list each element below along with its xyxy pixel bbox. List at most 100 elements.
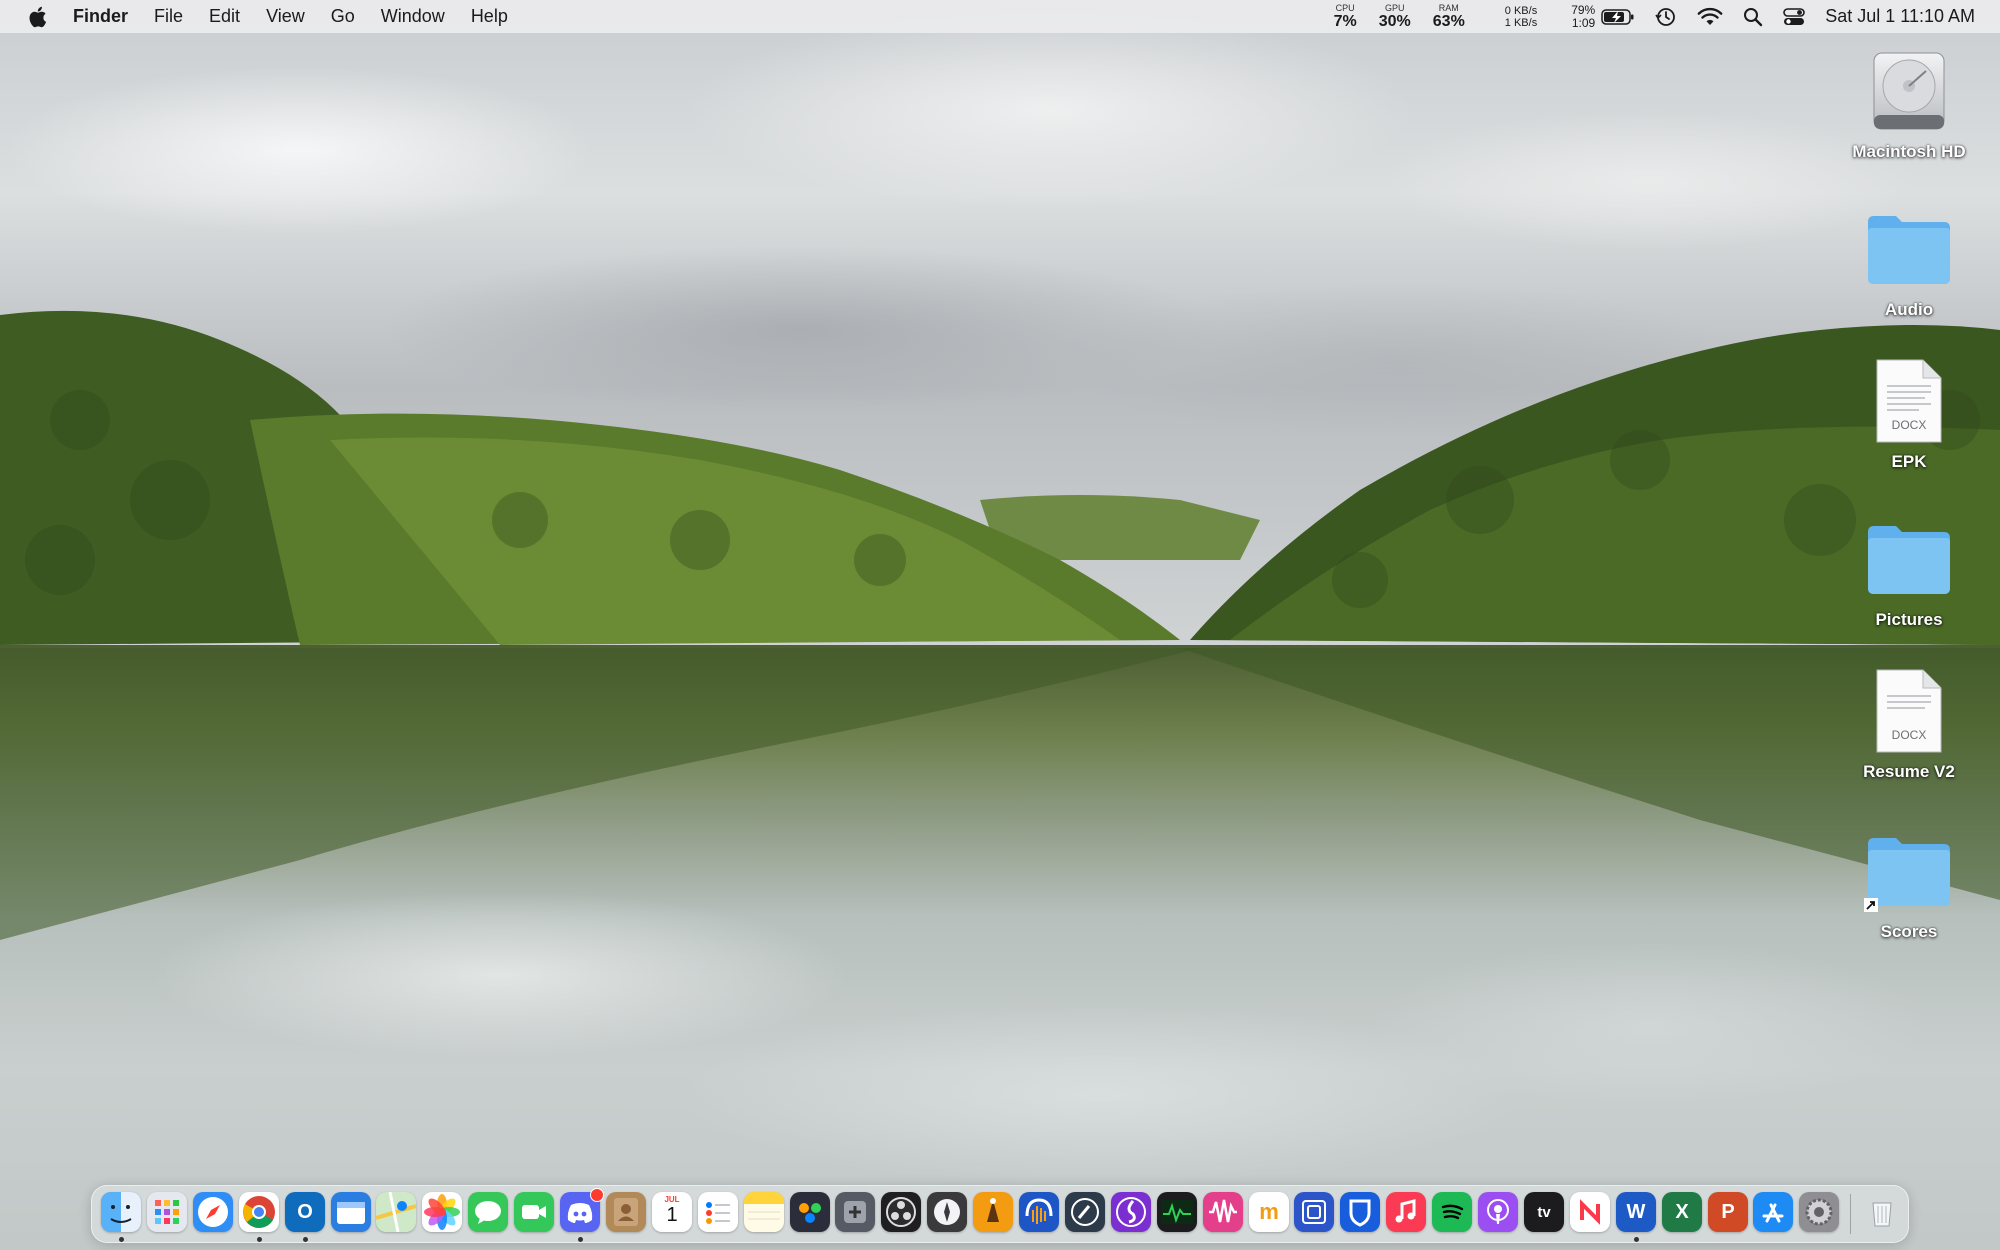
excel-icon: X — [1675, 1200, 1689, 1223]
dock-item-photos[interactable] — [422, 1192, 462, 1232]
docx-document-icon: DOCX — [1864, 356, 1954, 446]
ram-value: 63% — [1432, 12, 1465, 30]
desktop-icon-scores[interactable]: Scores — [1824, 826, 1994, 942]
status-area: CPU 7% GPU 30% RAM 63% 0 KB/s 1 KB/s 79%… — [1334, 0, 2000, 33]
cpu-stat[interactable]: CPU 7% — [1334, 3, 1357, 30]
battery-time: 1:09 — [1571, 15, 1596, 30]
control-center-icon[interactable] — [1783, 7, 1806, 27]
gpu-stat[interactable]: GPU 30% — [1379, 2, 1411, 30]
desktop-icon-label: Resume V2 — [1863, 762, 1955, 781]
dock-item-trash[interactable] — [1862, 1192, 1902, 1232]
dock-item-facetime[interactable] — [514, 1192, 554, 1232]
dock-item-apple-tv[interactable]: tv — [1524, 1192, 1564, 1232]
apple-tv-icon: tv — [1537, 1204, 1550, 1221]
apple-menu-icon[interactable] — [25, 5, 49, 29]
logic-icon — [1065, 1192, 1105, 1232]
dock-item-music[interactable] — [1386, 1192, 1426, 1232]
davinci-resolve-icon — [790, 1192, 830, 1232]
docx-badge: DOCX — [1891, 418, 1927, 432]
garageband-icon — [973, 1192, 1013, 1232]
dock-item-launchpad[interactable] — [147, 1192, 187, 1232]
dock-item-vpn[interactable] — [1294, 1192, 1334, 1232]
running-indicator — [303, 1237, 308, 1242]
dock-item-files[interactable] — [331, 1192, 371, 1232]
dock-item-app-store[interactable] — [1753, 1192, 1793, 1232]
gpu-label: GPU — [1384, 2, 1405, 13]
menu-app-name[interactable]: Finder — [73, 6, 128, 27]
menu-view[interactable]: View — [266, 6, 305, 27]
dock-item-motion[interactable] — [927, 1192, 967, 1232]
menu-bar: Finder File Edit View Go Window Help CPU… — [0, 0, 2000, 33]
dock-item-news[interactable] — [1570, 1192, 1610, 1232]
battery-charging-icon[interactable] — [1601, 8, 1635, 26]
activity-monitor-icon — [1157, 1192, 1197, 1232]
dock-item-logic[interactable] — [1065, 1192, 1105, 1232]
maps-icon — [376, 1192, 416, 1232]
desktop-icon-resume-v2[interactable]: DOCX Resume V2 — [1824, 666, 1994, 782]
dock-item-podcasts[interactable] — [1478, 1192, 1518, 1232]
dock-item-safari[interactable] — [193, 1192, 233, 1232]
ram-stat[interactable]: RAM 63% — [1432, 2, 1465, 30]
desktop-icon-label: Audio — [1884, 300, 1934, 319]
vpn-icon — [1294, 1192, 1334, 1232]
spotlight-search-icon[interactable] — [1743, 7, 1763, 27]
dock-item-garageband[interactable] — [973, 1192, 1013, 1232]
dock-item-activity-monitor[interactable] — [1157, 1192, 1197, 1232]
photos-icon — [422, 1192, 462, 1232]
dock-item-notes[interactable] — [744, 1192, 784, 1232]
running-indicator — [1634, 1237, 1639, 1242]
network-stat[interactable]: 0 KB/s 1 KB/s — [1505, 5, 1537, 29]
alias-arrow-icon — [1864, 898, 1878, 912]
ram-label: RAM — [1438, 2, 1459, 13]
dock-item-reminders[interactable] — [698, 1192, 738, 1232]
docx-document-icon: DOCX — [1864, 666, 1954, 756]
running-indicator — [578, 1237, 583, 1242]
dock-item-powerpoint[interactable]: P — [1708, 1192, 1748, 1232]
desktop-icon-pictures[interactable]: Pictures — [1824, 514, 1994, 630]
menu-help[interactable]: Help — [471, 6, 508, 27]
dock-item-calendar[interactable]: JUL 1 — [652, 1192, 692, 1232]
soundwave-icon — [1203, 1192, 1243, 1232]
dock-item-spotify[interactable] — [1432, 1192, 1472, 1232]
desktop-icon-macintosh-hd[interactable]: Macintosh HD — [1824, 46, 1994, 162]
outlook-icon: O — [297, 1200, 313, 1223]
dock-item-excel[interactable]: X — [1662, 1192, 1702, 1232]
desktop-icon-audio[interactable]: Audio — [1824, 204, 1994, 320]
compressor-icon — [835, 1192, 875, 1232]
menu-go[interactable]: Go — [331, 6, 355, 27]
dock-item-bitwarden[interactable] — [1340, 1192, 1380, 1232]
battery-text[interactable]: 79% 1:09 — [1571, 3, 1596, 30]
dock-item-soundwave[interactable] — [1203, 1192, 1243, 1232]
dock-item-davinci-resolve[interactable] — [790, 1192, 830, 1232]
network-up: 1 KB/s — [1504, 16, 1538, 29]
dock-item-obs[interactable] — [881, 1192, 921, 1232]
desktop-icon-epk[interactable]: DOCX EPK — [1824, 356, 1994, 472]
dock-item-messages[interactable] — [468, 1192, 508, 1232]
time-machine-icon[interactable] — [1655, 6, 1677, 28]
menu-bar-clock[interactable]: Sat Jul 1 11:10 AM — [1825, 6, 1975, 27]
desktop-icon-label: Scores — [1880, 922, 1938, 941]
podcasts-icon — [1478, 1192, 1518, 1232]
dock-item-contacts[interactable] — [606, 1192, 646, 1232]
dock-item-chrome[interactable] — [239, 1192, 279, 1232]
dock-item-maps[interactable] — [376, 1192, 416, 1232]
dock-item-memo[interactable]: m — [1249, 1192, 1289, 1232]
menu-edit[interactable]: Edit — [209, 6, 240, 27]
dock-item-musescore[interactable] — [1111, 1192, 1151, 1232]
dock-item-finder[interactable] — [101, 1192, 141, 1232]
menu-window[interactable]: Window — [381, 6, 445, 27]
music-icon — [1386, 1192, 1426, 1232]
dock-item-compressor[interactable] — [835, 1192, 875, 1232]
chrome-icon — [239, 1192, 279, 1232]
app-store-icon — [1753, 1192, 1793, 1232]
menu-file[interactable]: File — [154, 6, 183, 27]
dock-item-word[interactable]: W — [1616, 1192, 1656, 1232]
wifi-icon[interactable] — [1697, 7, 1723, 27]
dock-item-system-settings[interactable] — [1799, 1192, 1839, 1232]
dock-item-outlook[interactable]: O — [285, 1192, 325, 1232]
dock-item-audacity[interactable] — [1019, 1192, 1059, 1232]
trash-icon — [1862, 1192, 1902, 1232]
system-settings-icon — [1799, 1192, 1839, 1232]
memo-icon: m — [1259, 1199, 1279, 1224]
word-icon: W — [1626, 1200, 1646, 1223]
